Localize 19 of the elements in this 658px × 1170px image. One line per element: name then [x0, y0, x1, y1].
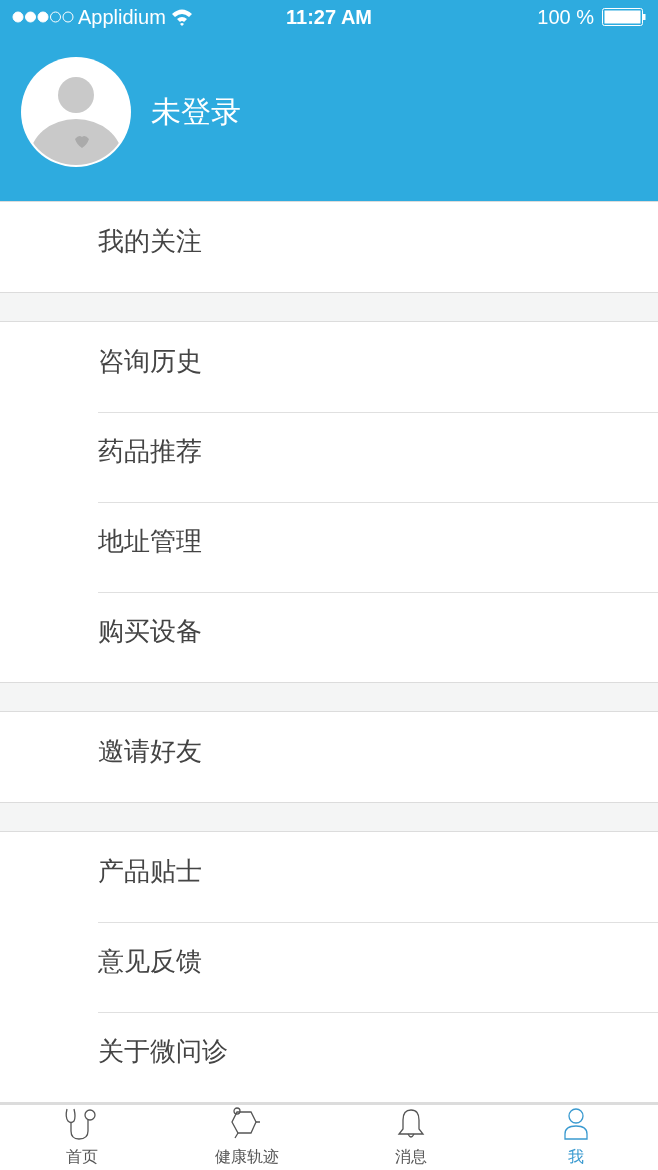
- tab-item[interactable]: 首页: [0, 1105, 165, 1170]
- username: 未登录: [151, 93, 241, 131]
- menu-item[interactable]: 咨询历史: [98, 322, 658, 412]
- menu-item[interactable]: 药品推荐: [98, 412, 658, 502]
- menu-item[interactable]: 我的关注: [98, 202, 658, 292]
- menu-item[interactable]: 地址管理: [98, 502, 658, 592]
- menu-item[interactable]: 购买设备: [98, 592, 658, 682]
- menu-item[interactable]: 产品贴士: [98, 832, 658, 922]
- menu-item[interactable]: 关于微问诊: [98, 1012, 658, 1102]
- menu-item[interactable]: 意见反馈: [98, 922, 658, 1012]
- menu-item[interactable]: 邀请好友: [98, 712, 658, 802]
- battery-icon: [602, 8, 646, 26]
- tab-item[interactable]: 健康轨迹: [164, 1105, 329, 1170]
- avatar-placeholder[interactable]: [21, 56, 131, 167]
- clock-time: 11:27 AM: [286, 5, 372, 30]
- tab-item[interactable]: 消息: [329, 1105, 494, 1170]
- battery-percent: 100 %: [537, 5, 594, 30]
- signal-icon: [12, 10, 74, 24]
- carrier-name: Applidium: [78, 5, 166, 30]
